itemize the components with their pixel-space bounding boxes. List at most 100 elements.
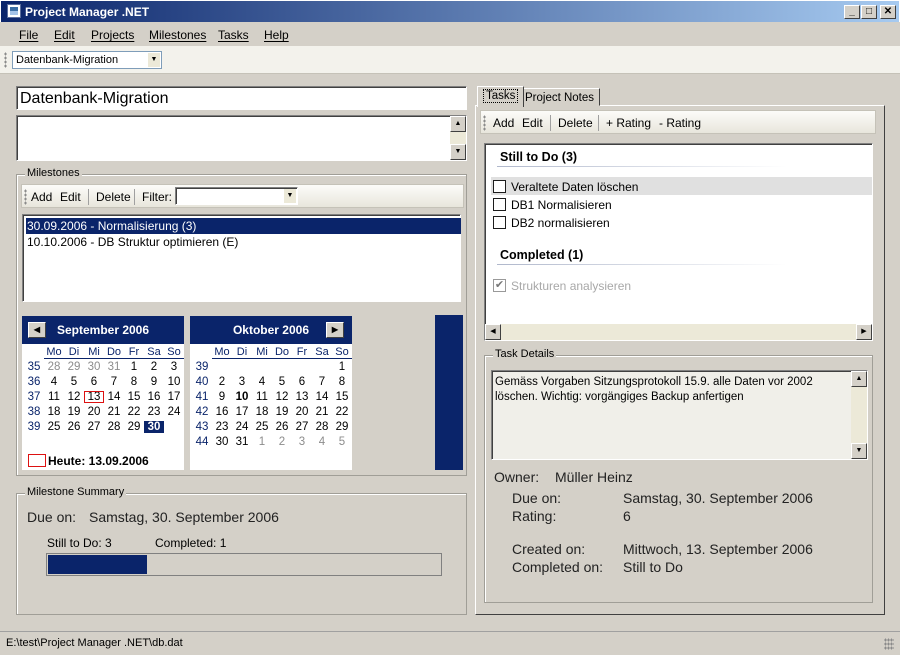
- calendar-day[interactable]: 26: [272, 421, 292, 433]
- calendar-day[interactable]: 14: [312, 391, 332, 403]
- calendar-day[interactable]: 28: [44, 361, 64, 373]
- calendar-day[interactable]: 19: [64, 406, 84, 418]
- calendar-prev-icon[interactable]: ◀: [28, 322, 46, 338]
- tab-project-notes[interactable]: Project Notes: [519, 88, 601, 106]
- calendar-day[interactable]: 17: [164, 391, 184, 403]
- title-bar[interactable]: Project Manager .NET _ □ ✕: [0, 0, 900, 22]
- menu-file[interactable]: File: [19, 28, 38, 42]
- chevron-down-icon[interactable]: ▼: [148, 53, 160, 67]
- project-description-field[interactable]: ▲ ▼: [16, 115, 467, 161]
- grip-handle[interactable]: [4, 52, 7, 68]
- calendar-day[interactable]: 18: [44, 406, 64, 418]
- calendar-day[interactable]: 10: [232, 391, 252, 403]
- calendar-day[interactable]: 18: [252, 406, 272, 418]
- calendar-day[interactable]: 20: [84, 406, 104, 418]
- menu-tasks[interactable]: Tasks: [218, 28, 249, 42]
- checkbox-icon[interactable]: [493, 180, 506, 193]
- calendar-day[interactable]: 26: [64, 421, 84, 433]
- milestone-list[interactable]: 30.09.2006 - Normalisierung (3) 10.10.20…: [22, 214, 461, 302]
- calendar-day[interactable]: 7: [312, 376, 332, 388]
- scroll-up-icon[interactable]: ▲: [851, 371, 867, 387]
- calendar-day[interactable]: 29: [332, 421, 352, 433]
- calendar-day[interactable]: 30: [212, 436, 232, 448]
- project-title-field[interactable]: Datenbank-Migration: [16, 86, 467, 110]
- description-scrollbar[interactable]: ▲ ▼: [450, 116, 466, 160]
- calendar-day[interactable]: 29: [124, 421, 144, 433]
- calendar-day[interactable]: 3: [292, 436, 312, 448]
- scroll-up-icon[interactable]: ▲: [450, 116, 466, 132]
- calendar-day[interactable]: 23: [212, 421, 232, 433]
- calendar-day[interactable]: 16: [144, 391, 164, 403]
- milestone-add-button[interactable]: Add: [31, 190, 52, 204]
- calendar-day[interactable]: 15: [124, 391, 144, 403]
- calendar-day[interactable]: 9: [212, 391, 232, 403]
- resize-grip-icon[interactable]: [884, 638, 894, 650]
- calendar-day[interactable]: 8: [332, 376, 352, 388]
- calendar-day[interactable]: 3: [232, 376, 252, 388]
- task-add-button[interactable]: Add: [493, 116, 514, 130]
- task-item[interactable]: DB2 normalisieren: [511, 216, 610, 230]
- calendar-day[interactable]: 28: [312, 421, 332, 433]
- calendar-day[interactable]: 13: [292, 391, 312, 403]
- calendar-day[interactable]: 14: [104, 391, 124, 403]
- calendar-day[interactable]: 6: [292, 376, 312, 388]
- calendar-day[interactable]: 4: [44, 376, 64, 388]
- calendar-day[interactable]: 30: [84, 361, 104, 373]
- calendar-day[interactable]: 7: [104, 376, 124, 388]
- calendar-day[interactable]: 24: [164, 406, 184, 418]
- task-item-completed[interactable]: Strukturen analysieren: [511, 279, 631, 293]
- rating-minus-button[interactable]: - Rating: [659, 116, 701, 130]
- maximize-icon[interactable]: □: [861, 5, 877, 19]
- calendar-day[interactable]: 12: [272, 391, 292, 403]
- scroll-left-icon[interactable]: ◀: [485, 324, 501, 340]
- checkbox-icon[interactable]: [493, 216, 506, 229]
- calendar-day[interactable]: 23: [144, 406, 164, 418]
- calendar-day[interactable]: 30: [144, 421, 164, 433]
- calendar-day[interactable]: 1: [332, 361, 352, 373]
- calendar-day[interactable]: 11: [252, 391, 272, 403]
- minimize-icon[interactable]: _: [844, 5, 860, 19]
- checked-checkbox-icon[interactable]: ✔: [493, 279, 506, 292]
- scroll-right-icon[interactable]: ▶: [856, 324, 872, 340]
- calendar-day[interactable]: 27: [84, 421, 104, 433]
- task-details-text[interactable]: Gemäss Vorgaben Sitzungsprotokoll 15.9. …: [491, 370, 868, 460]
- chevron-down-icon[interactable]: ▼: [284, 189, 296, 203]
- task-item[interactable]: Veraltete Daten löschen: [511, 180, 638, 194]
- calendar-day[interactable]: 5: [272, 376, 292, 388]
- calendar-day[interactable]: 24: [232, 421, 252, 433]
- scroll-down-icon[interactable]: ▼: [450, 144, 466, 160]
- checkbox-icon[interactable]: [493, 198, 506, 211]
- menu-projects[interactable]: Projects: [91, 28, 134, 42]
- calendar-day[interactable]: 27: [292, 421, 312, 433]
- calendar-day[interactable]: 11: [44, 391, 64, 403]
- milestone-delete-button[interactable]: Delete: [96, 190, 131, 204]
- calendar-day[interactable]: 29: [64, 361, 84, 373]
- task-list[interactable]: Still to Do (3) Veraltete Daten löschen …: [484, 143, 873, 341]
- calendar-day[interactable]: 19: [272, 406, 292, 418]
- tab-tasks[interactable]: Tasks: [477, 86, 525, 107]
- calendar-day[interactable]: 2: [212, 376, 232, 388]
- details-scrollbar[interactable]: ▲ ▼: [851, 371, 867, 459]
- calendar-day[interactable]: 4: [252, 376, 272, 388]
- milestone-edit-button[interactable]: Edit: [60, 190, 81, 204]
- calendar-day[interactable]: 22: [332, 406, 352, 418]
- task-delete-button[interactable]: Delete: [558, 116, 593, 130]
- calendar-day[interactable]: 17: [232, 406, 252, 418]
- task-hscrollbar[interactable]: ◀ ▶: [485, 324, 872, 340]
- close-icon[interactable]: ✕: [880, 5, 896, 19]
- calendar-day[interactable]: 13: [84, 391, 104, 403]
- menu-help[interactable]: Help: [264, 28, 289, 42]
- calendar-day[interactable]: 20: [292, 406, 312, 418]
- calendar-day[interactable]: 2: [272, 436, 292, 448]
- calendar-day[interactable]: 22: [124, 406, 144, 418]
- calendar-day[interactable]: 5: [332, 436, 352, 448]
- menu-edit[interactable]: Edit: [54, 28, 75, 42]
- calendar-day[interactable]: 25: [252, 421, 272, 433]
- calendar-day[interactable]: 5: [64, 376, 84, 388]
- calendar-day[interactable]: 25: [44, 421, 64, 433]
- scroll-down-icon[interactable]: ▼: [851, 443, 867, 459]
- calendar-day[interactable]: 21: [312, 406, 332, 418]
- calendar-day[interactable]: 8: [124, 376, 144, 388]
- calendar-day[interactable]: 9: [144, 376, 164, 388]
- milestone-item[interactable]: 30.09.2006 - Normalisierung (3): [26, 218, 461, 234]
